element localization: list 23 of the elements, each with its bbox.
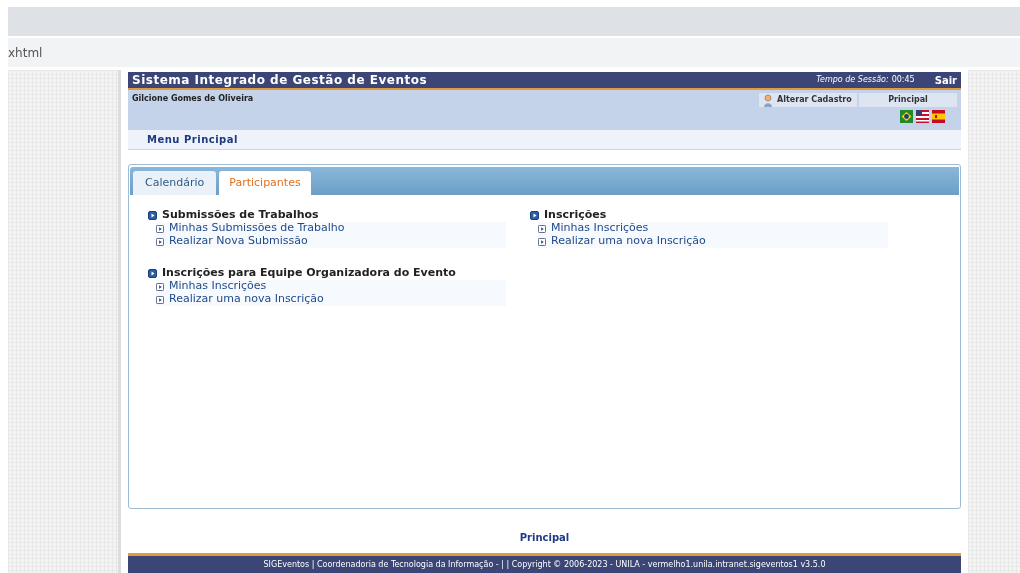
home-link[interactable]: Principal (859, 93, 957, 107)
us-flag-icon[interactable] (916, 110, 929, 123)
session-label: Tempo de Sessão: (816, 74, 889, 86)
spain-flag-icon[interactable] (932, 110, 945, 123)
logout-link[interactable]: Sair (934, 72, 957, 88)
section-icon (530, 210, 539, 220)
person-icon (763, 93, 773, 107)
address-text: xhtml (8, 44, 43, 62)
section-icon (148, 210, 157, 220)
section-icon (148, 268, 157, 278)
section-title: Inscrições (544, 206, 607, 223)
brazil-flag-icon[interactable] (900, 110, 913, 123)
address-bar[interactable]: xhtml (8, 38, 1020, 67)
section-title: Submissões de Trabalhos (162, 206, 319, 223)
session-time: 00:45 (891, 74, 915, 86)
edit-profile-link[interactable]: Alterar Cadastro (759, 93, 857, 107)
system-title: Sistema Integrado de Gestão de Eventos (132, 72, 428, 89)
menu-title: Menu Principal (147, 133, 238, 147)
footer-text: SIGEventos | Coordenadoria de Tecnologia da Informação - | | Copyright © 2006-2023 - UNILA - vermelho1.unila.intranet.sigeventos1 v3.5.0 (263, 559, 826, 571)
section-title: Inscrições para Equipe Organizadora do Evento (162, 264, 456, 281)
tab[interactable]: Calendário (133, 171, 217, 195)
home-footer-link[interactable]: Principal (519, 529, 570, 545)
user-name: Gilcione Gomes de Oliveira (132, 93, 254, 105)
